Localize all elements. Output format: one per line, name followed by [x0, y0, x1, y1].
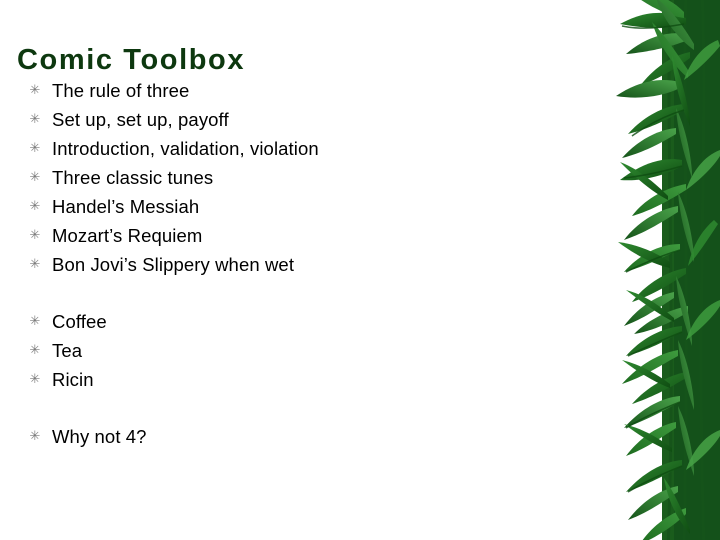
asterisk-bullet-icon: ✳ — [29, 257, 41, 272]
list-item[interactable]: ✳ The rule of three — [0, 76, 620, 105]
asterisk-bullet-icon: ✳ — [29, 83, 41, 98]
asterisk-bullet-icon: ✳ — [29, 429, 41, 444]
list-item[interactable]: ✳ Tea — [0, 336, 620, 365]
list-item-label: Three classic tunes — [52, 167, 214, 188]
list-item-label: Set up, set up, payoff — [52, 109, 229, 130]
list-item-label: Tea — [52, 340, 83, 361]
list-item[interactable]: ✳ Bon Jovi’s Slippery when wet — [0, 250, 620, 279]
bullet-group-question: ✳ Why not 4? — [0, 422, 620, 451]
list-item[interactable]: ✳ Set up, set up, payoff — [0, 105, 620, 134]
list-item[interactable]: ✳ Mozart’s Requiem — [0, 221, 620, 250]
page-title: Comic Toolbox — [17, 44, 246, 77]
list-item-label: Introduction, validation, violation — [52, 138, 319, 159]
asterisk-bullet-icon: ✳ — [29, 199, 41, 214]
list-item-label: Handel’s Messiah — [52, 196, 200, 217]
list-item-label: Coffee — [52, 311, 107, 332]
list-item[interactable]: ✳ Handel’s Messiah — [0, 192, 620, 221]
bullet-group-beverages: ✳ Coffee ✳ Tea ✳ Ricin — [0, 307, 620, 394]
bullet-group-rule-of-three: ✳ The rule of three ✳ Set up, set up, pa… — [0, 76, 620, 279]
list-item[interactable]: ✳ Three classic tunes — [0, 163, 620, 192]
list-item[interactable]: ✳ Why not 4? — [0, 422, 620, 451]
asterisk-bullet-icon: ✳ — [29, 141, 41, 156]
asterisk-bullet-icon: ✳ — [29, 228, 41, 243]
list-item-label: The rule of three — [52, 80, 190, 101]
asterisk-bullet-icon: ✳ — [29, 170, 41, 185]
list-item-label: Why not 4? — [52, 426, 147, 447]
asterisk-bullet-icon: ✳ — [29, 112, 41, 127]
list-item[interactable]: ✳ Ricin — [0, 365, 620, 394]
list-item[interactable]: ✳ Coffee — [0, 307, 620, 336]
list-item-label: Mozart’s Requiem — [52, 225, 203, 246]
asterisk-bullet-icon: ✳ — [29, 372, 41, 387]
asterisk-bullet-icon: ✳ — [29, 343, 41, 358]
asterisk-bullet-icon: ✳ — [29, 314, 41, 329]
list-item[interactable]: ✳ Introduction, validation, violation — [0, 134, 620, 163]
list-item-label: Ricin — [52, 369, 94, 390]
bullet-list-container: ✳ The rule of three ✳ Set up, set up, pa… — [0, 76, 620, 451]
list-item-label: Bon Jovi’s Slippery when wet — [52, 254, 295, 275]
slide-canvas: Comic Toolbox ✳ The rule of three ✳ Set … — [0, 0, 720, 540]
